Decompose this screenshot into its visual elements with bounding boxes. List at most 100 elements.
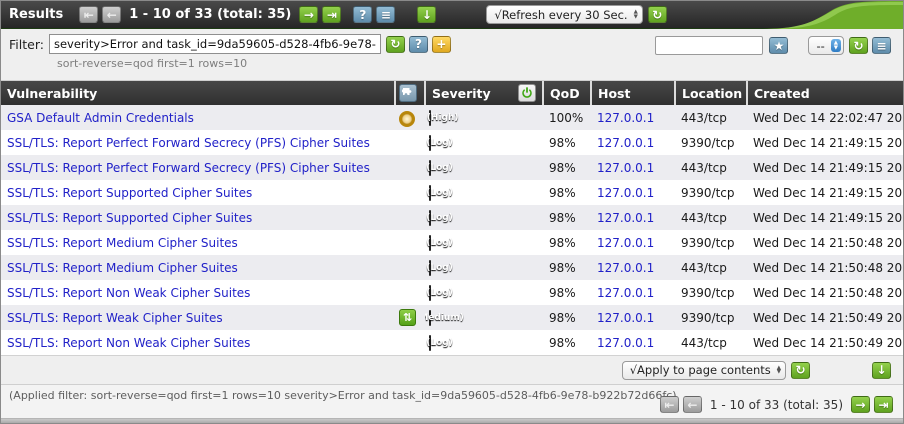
column-header-vulnerability[interactable]: Vulnerability bbox=[1, 81, 395, 105]
column-header-solution-type[interactable] bbox=[395, 81, 425, 105]
vulnerability-link[interactable]: SSL/TLS: Report Medium Cipher Suites bbox=[7, 261, 238, 275]
next-icon: → bbox=[855, 399, 865, 411]
help-icon: ? bbox=[359, 9, 366, 21]
refresh-icon: ↻ bbox=[795, 364, 805, 376]
column-header-location[interactable]: Location bbox=[675, 81, 747, 105]
column-header-created[interactable]: Created bbox=[747, 81, 903, 105]
column-header-qod[interactable]: QoD bbox=[543, 81, 591, 105]
help-icon: ? bbox=[415, 38, 422, 50]
column-header-host[interactable]: Host bbox=[591, 81, 675, 105]
column-header-severity[interactable]: Severity bbox=[425, 81, 543, 105]
host-link[interactable]: 127.0.0.1 bbox=[597, 186, 654, 200]
host-link[interactable]: 127.0.0.1 bbox=[597, 161, 654, 175]
download-icon: ↓ bbox=[422, 9, 432, 21]
page-title: Results bbox=[9, 7, 63, 22]
qod-value: 98% bbox=[543, 330, 591, 355]
created-value: Wed Dec 14 21:50:48 2016 bbox=[747, 230, 903, 255]
host-link[interactable]: 127.0.0.1 bbox=[597, 311, 654, 325]
apply-filter-button[interactable]: ↻ bbox=[386, 36, 405, 53]
vulnerability-link[interactable]: SSL/TLS: Report Supported Cipher Suites bbox=[7, 211, 252, 225]
help-button[interactable]: ? bbox=[353, 6, 372, 23]
table-header-row: Vulnerability Severity QoD Host bbox=[1, 81, 903, 105]
host-link[interactable]: 127.0.0.1 bbox=[597, 111, 654, 125]
filter-input[interactable] bbox=[49, 34, 381, 54]
select-stepper-icon: ▲▼ bbox=[777, 366, 781, 375]
select-stepper-icon: ▲▼ bbox=[634, 10, 638, 19]
location-value: 9390/tcp bbox=[675, 130, 747, 155]
severity-class-icon[interactable] bbox=[518, 84, 536, 102]
host-link[interactable]: 127.0.0.1 bbox=[597, 336, 654, 350]
location-value: 9390/tcp bbox=[675, 230, 747, 255]
prev-page-button[interactable]: ← bbox=[683, 396, 702, 413]
download-button[interactable]: ↓ bbox=[417, 6, 436, 23]
saved-filter-value: -- bbox=[816, 39, 824, 53]
table-row: SSL/TLS: Report Medium Cipher Suites 0.0… bbox=[1, 255, 903, 280]
last-page-button[interactable]: ⇥ bbox=[322, 6, 341, 23]
footer-pagination: ⇤ ← 1 - 10 of 33 (total: 35) → ⇥ bbox=[658, 396, 895, 413]
location-value: 443/tcp bbox=[675, 255, 747, 280]
apply-to-select[interactable]: √Apply to page contents ▲▼ bbox=[622, 361, 786, 380]
table-row: SSL/TLS: Report Supported Cipher Suites … bbox=[1, 205, 903, 230]
save-filter-button[interactable]: ★ bbox=[769, 37, 788, 54]
pagination-text: 1 - 10 of 33 (total: 35) bbox=[129, 7, 291, 22]
switch-filter-button[interactable]: ↻ bbox=[849, 37, 868, 54]
corner-decoration bbox=[763, 1, 903, 29]
severity-bar: 0.0 (Log) bbox=[429, 285, 431, 301]
refresh-button[interactable]: ↻ bbox=[648, 6, 667, 23]
severity-header-label: Severity bbox=[432, 86, 491, 101]
new-filter-icon: + bbox=[436, 38, 446, 50]
filter-help-button[interactable]: ? bbox=[409, 36, 428, 53]
export-button[interactable]: ↓ bbox=[872, 362, 891, 379]
table-row: SSL/TLS: Report Medium Cipher Suites 0.0… bbox=[1, 230, 903, 255]
host-link[interactable]: 127.0.0.1 bbox=[597, 261, 654, 275]
apply-refresh-button[interactable]: ↻ bbox=[791, 362, 810, 379]
first-page-button[interactable]: ⇤ bbox=[79, 6, 98, 23]
severity-bar: 0.0 (Log) bbox=[429, 160, 431, 176]
qod-value: 100% bbox=[543, 105, 591, 130]
select-stepper-icon: ▲▼ bbox=[831, 39, 841, 52]
host-link[interactable]: 127.0.0.1 bbox=[597, 286, 654, 300]
vulnerability-link[interactable]: SSL/TLS: Report Supported Cipher Suites bbox=[7, 186, 252, 200]
host-link[interactable]: 127.0.0.1 bbox=[597, 136, 654, 150]
list-view-button[interactable]: ≡ bbox=[376, 6, 395, 23]
results-window: Results ⇤ ← 1 - 10 of 33 (total: 35) → ⇥… bbox=[0, 0, 904, 424]
vulnerability-link[interactable]: SSL/TLS: Report Non Weak Cipher Suites bbox=[7, 286, 250, 300]
vulnerability-link[interactable]: GSA Default Admin Credentials bbox=[7, 111, 194, 125]
new-filter-button[interactable]: + bbox=[432, 36, 451, 53]
severity-bar: 0.0 (Log) bbox=[429, 335, 431, 351]
created-value: Wed Dec 14 21:50:49 2016 bbox=[747, 330, 903, 355]
host-link[interactable]: 127.0.0.1 bbox=[597, 236, 654, 250]
prev-page-button[interactable]: ← bbox=[102, 6, 121, 23]
last-icon: ⇥ bbox=[878, 399, 888, 411]
location-value: 443/tcp bbox=[675, 205, 747, 230]
qod-value: 98% bbox=[543, 155, 591, 180]
vulnerability-link[interactable]: SSL/TLS: Report Non Weak Cipher Suites bbox=[7, 336, 250, 350]
first-page-button[interactable]: ⇤ bbox=[660, 396, 679, 413]
location-value: 443/tcp bbox=[675, 105, 747, 130]
vulnerability-link[interactable]: SSL/TLS: Report Perfect Forward Secrecy … bbox=[7, 161, 370, 175]
vulnerability-link[interactable]: SSL/TLS: Report Perfect Forward Secrecy … bbox=[7, 136, 370, 150]
next-page-button[interactable]: → bbox=[299, 6, 318, 23]
vulnerability-link[interactable]: SSL/TLS: Report Medium Cipher Suites bbox=[7, 236, 238, 250]
refresh-interval-select[interactable]: √Refresh every 30 Sec. ▲▼ bbox=[486, 5, 642, 24]
saved-filter-select[interactable]: -- ▲▼ bbox=[808, 36, 844, 55]
last-page-button[interactable]: ⇥ bbox=[874, 396, 893, 413]
filter-section: Filter: ↻ ? + sort-reverse=qod first=1 r… bbox=[1, 29, 903, 81]
severity-bar: 0.0 (Log) bbox=[429, 135, 431, 151]
filters-list-button[interactable]: ≡ bbox=[872, 37, 891, 54]
location-value: 443/tcp bbox=[675, 330, 747, 355]
vulnerability-link[interactable]: SSL/TLS: Report Weak Cipher Suites bbox=[7, 311, 223, 325]
severity-bar: 0.0 (Log) bbox=[429, 260, 431, 276]
qod-value: 98% bbox=[543, 280, 591, 305]
list-icon: ≡ bbox=[381, 9, 391, 21]
refresh-icon: ↻ bbox=[390, 38, 400, 50]
location-value: 9390/tcp bbox=[675, 180, 747, 205]
created-value: Wed Dec 14 21:49:15 2016 bbox=[747, 155, 903, 180]
next-page-button[interactable]: → bbox=[851, 396, 870, 413]
named-filter-input[interactable] bbox=[655, 36, 763, 55]
workaround-icon bbox=[399, 111, 415, 127]
location-value: 9390/tcp bbox=[675, 305, 747, 330]
host-link[interactable]: 127.0.0.1 bbox=[597, 211, 654, 225]
table-row: SSL/TLS: Report Perfect Forward Secrecy … bbox=[1, 155, 903, 180]
pagination-text: 1 - 10 of 33 (total: 35) bbox=[710, 398, 843, 412]
